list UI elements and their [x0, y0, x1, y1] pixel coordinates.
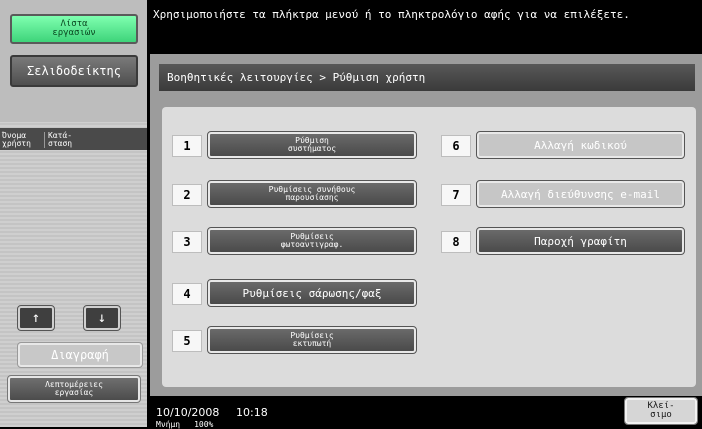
menu-label: Ρύθμιση συστήματος [287, 136, 337, 153]
menu-number-4: 4 [172, 283, 202, 305]
menu-number-8: 8 [441, 231, 471, 253]
menu-label: Ρυθμίσεις φωτοαντιγραφ. [280, 232, 344, 249]
toner-supply-button[interactable]: Παροχή γραφίτη [476, 227, 685, 255]
scroll-down-button[interactable]: ↓ [83, 305, 121, 331]
scan-fax-settings-button[interactable]: Ρυθμίσεις σάρωσης/φαξ [207, 279, 417, 307]
copier-settings-button[interactable]: Ρυθμίσεις φωτοαντιγραφ. [207, 227, 417, 255]
left-sidebar: Λίστα εργασιών Σελιδοδείκτης Όνομα χρήστ… [0, 0, 147, 427]
bookmark-label: Σελιδοδείκτης [27, 64, 121, 78]
job-details-label: Λεπτομέρειες εργασίας [45, 380, 103, 397]
arrow-down-icon: ↓ [97, 310, 107, 326]
instruction-message: Χρησιμοποιήστε τα πλήκτρα μενού ή το πλη… [153, 8, 630, 21]
job-list-button[interactable]: Λίστα εργασιών [10, 14, 138, 44]
scroll-up-button[interactable]: ↑ [17, 305, 55, 331]
close-button[interactable]: Κλεί- σιμο [624, 397, 698, 425]
job-details-button[interactable]: Λεπτομέρειες εργασίας [7, 375, 141, 403]
menu-number-3: 3 [172, 231, 202, 253]
job-list-header: Όνομα χρήστη Κατά- σταση [0, 128, 147, 150]
arrow-up-icon: ↑ [31, 310, 41, 326]
change-password-button[interactable]: Αλλαγή κωδικού [476, 131, 685, 159]
menu-label: Αλλαγή κωδικού [534, 138, 627, 152]
bookmark-button[interactable]: Σελιδοδείκτης [10, 55, 138, 87]
system-settings-button[interactable]: Ρύθμιση συστήματος [207, 131, 417, 159]
memory-readout: Μνήμη 100% [156, 420, 213, 429]
printer-settings-button[interactable]: Ρυθμίσεις εκτυπωτή [207, 326, 417, 354]
menu-number-5: 5 [172, 330, 202, 352]
job-list-label: Λίστα εργασιών [52, 19, 96, 38]
memory-value: 100% [194, 420, 214, 429]
default-display-settings-button[interactable]: Ρυθμίσεις συνήθους παρουσίασης [207, 180, 417, 208]
menu-number-6: 6 [441, 135, 471, 157]
delete-label: Διαγραφή [51, 348, 109, 362]
date-display: 10/10/2008 [156, 406, 220, 419]
memory-label: Μνήμη [156, 420, 181, 429]
menu-number-7: 7 [441, 184, 471, 206]
screen: Λίστα εργασιών Σελιδοδείκτης Όνομα χρήστ… [0, 0, 702, 429]
col-status: Κατά- σταση [44, 132, 88, 148]
change-email-button[interactable]: Αλλαγή διεύθυνσης e-mail [476, 180, 685, 208]
menu-number-2: 2 [172, 184, 202, 206]
time-display: 10:18 [236, 406, 268, 419]
col-user-name: Όνομα χρήστη [2, 131, 31, 148]
delete-button[interactable]: Διαγραφή [17, 342, 143, 368]
menu-label: Αλλαγή διεύθυνσης e-mail [501, 187, 660, 201]
menu-label: Ρυθμίσεις σάρωσης/φαξ [242, 286, 382, 300]
menu-label: Παροχή γραφίτη [534, 234, 627, 248]
menu-number-1: 1 [172, 135, 202, 157]
menu-label: Ρυθμίσεις εκτυπωτή [290, 331, 334, 348]
breadcrumb: Βοηθητικές λειτουργίες > Ρύθμιση χρήστη [159, 64, 695, 91]
status-bar [150, 396, 702, 427]
close-label: Κλεί- σιμο [647, 401, 675, 420]
menu-label: Ρυθμίσεις συνήθους παρουσίασης [268, 185, 356, 202]
